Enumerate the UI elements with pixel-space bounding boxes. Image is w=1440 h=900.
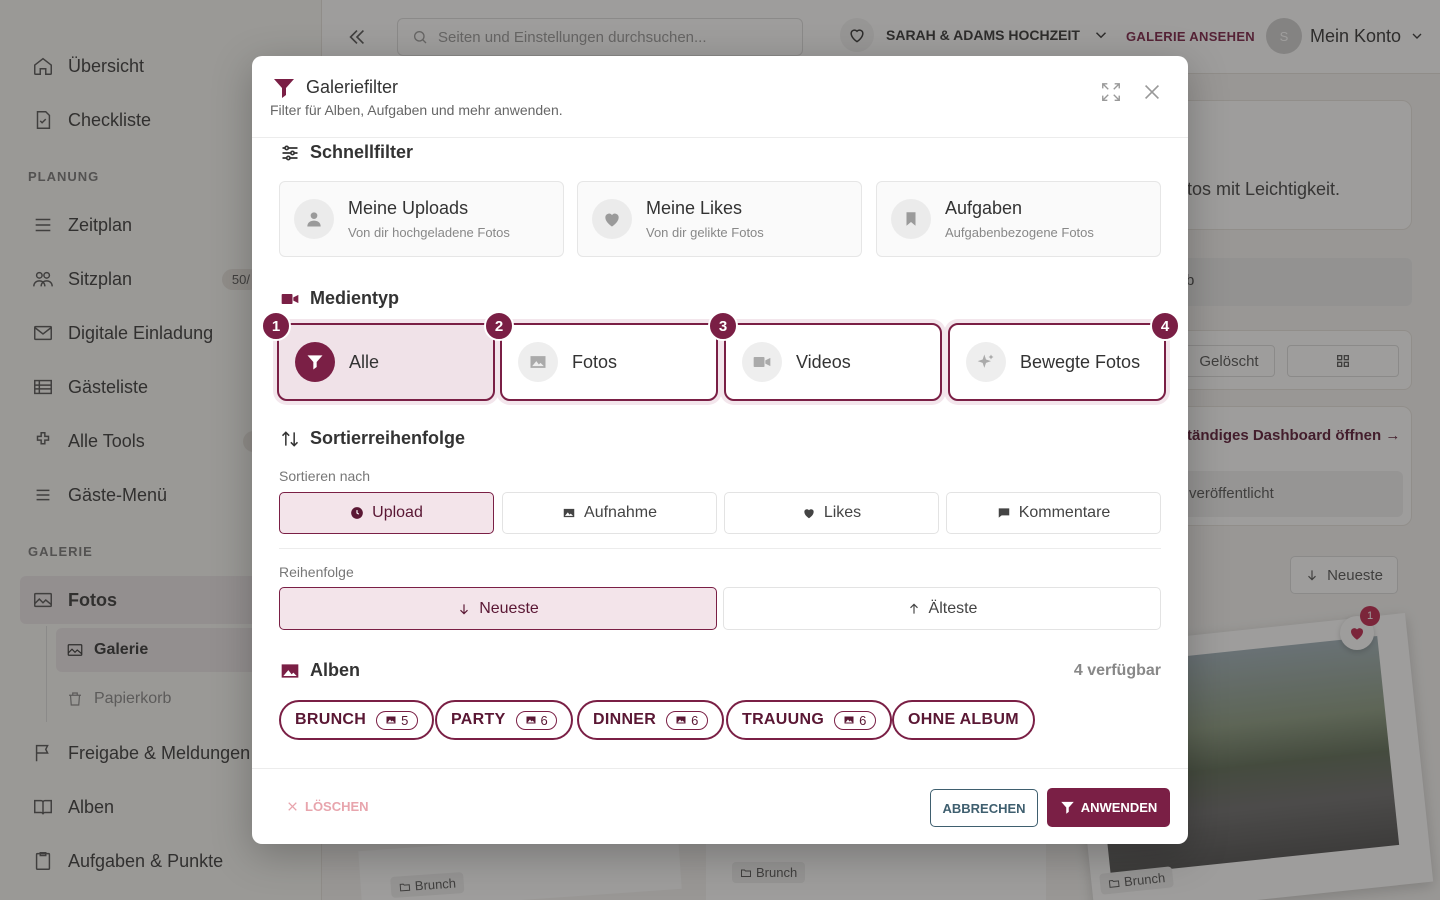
clear-label: LÖSCHEN: [305, 799, 369, 814]
dialog-subtitle: Filter für Alben, Aufgaben und mehr anwe…: [270, 102, 563, 118]
quickfilter-title: Meine Uploads: [348, 198, 469, 218]
album-chip-no-album[interactable]: OHNE ALBUM: [892, 700, 1035, 740]
mediatype-label: Bewegte Fotos: [1020, 351, 1141, 372]
albums-heading: Alben: [280, 660, 360, 681]
album-count-value: 5: [401, 712, 409, 728]
album-count: 6: [515, 710, 558, 730]
heart-icon: [802, 506, 816, 520]
mediatype-photos[interactable]: 2 Fotos: [484, 311, 718, 401]
mediatype-heading: Medientyp: [280, 288, 399, 309]
order-label-text: Neueste: [479, 599, 539, 617]
mediatype-videos[interactable]: 3 Videos: [708, 311, 942, 401]
album-chip-label: BRUNCH: [295, 711, 367, 728]
quickfilter-my-likes[interactable]: Meine Likes Von dir gelikte Fotos: [577, 181, 862, 257]
album-chip-brunch[interactable]: BRUNCH 5: [279, 700, 434, 740]
image-icon: [525, 714, 537, 726]
albums-title: Alben: [310, 660, 361, 680]
sort-label: Aufnahme: [584, 504, 657, 521]
album-count-value: 6: [540, 712, 549, 728]
album-chip-label: OHNE ALBUM: [908, 711, 1019, 728]
cancel-button[interactable]: ABBRECHEN: [930, 789, 1038, 827]
mediatype-label: Videos: [796, 351, 851, 372]
album-chip-label: DINNER: [593, 711, 657, 728]
close-icon[interactable]: [1141, 81, 1163, 103]
arrow-down-icon: [457, 602, 471, 616]
dialog-title: Galeriefilter: [306, 77, 399, 97]
album-count: 6: [666, 710, 708, 730]
album-count: 6: [834, 710, 876, 730]
bookmark-icon: [891, 199, 931, 239]
dialog-header: Galeriefilter Filter für Alben, Aufgaben…: [252, 56, 1188, 138]
apply-label: ANWENDEN: [1080, 800, 1158, 815]
quickfilter-desc: Von dir hochgeladene Fotos: [348, 225, 510, 240]
step-number: 4: [1150, 311, 1180, 341]
mediatype-all[interactable]: 1 Alle: [261, 311, 495, 401]
filter-icon: [295, 342, 335, 382]
sort-label: Upload: [372, 504, 423, 521]
filter-icon: [272, 76, 296, 100]
clock-icon: [350, 506, 364, 520]
sort-label: Likes: [823, 504, 862, 521]
album-chip-trauung[interactable]: TRAUUNG 6: [726, 700, 892, 740]
image-icon: [562, 506, 576, 520]
close-icon: [286, 800, 299, 813]
albums-available: 4 verfügbar: [1073, 662, 1161, 679]
album-chip-label: TRAUUNG: [742, 711, 825, 728]
sort-arrows-icon: [280, 429, 300, 449]
divider: [279, 548, 1161, 549]
quickfilter-tasks[interactable]: Aufgaben Aufgabenbezogene Fotos: [876, 181, 1161, 257]
video-icon: [742, 342, 782, 382]
sort-title: Sortierreihenfolge: [310, 428, 466, 448]
album-count: 5: [376, 710, 418, 730]
quickfilter-title: Aufgaben: [945, 198, 1023, 218]
album-chip-label: PARTY: [451, 711, 506, 728]
sort-by-likes[interactable]: Likes: [724, 492, 939, 534]
user-icon: [294, 199, 334, 239]
quickfilter-title: Schnellfilter: [310, 142, 414, 162]
image-icon: [843, 714, 855, 726]
apply-button[interactable]: ANWENDEN: [1047, 788, 1170, 827]
sort-by-comments[interactable]: Kommentare: [946, 492, 1161, 534]
expand-icon[interactable]: [1100, 81, 1122, 103]
dialog-footer: LÖSCHEN ABBRECHEN ANWENDEN: [252, 768, 1188, 844]
image-icon: [385, 714, 397, 726]
mediatype-label: Alle: [349, 351, 380, 372]
image-icon: [518, 342, 558, 382]
sort-by-label: Sortieren nach: [279, 468, 371, 484]
album-count-value: 6: [859, 712, 867, 728]
quickfilter-title: Meine Likes: [646, 198, 743, 218]
mediatype-title: Medientyp: [310, 288, 400, 308]
order-label-text: Älteste: [928, 599, 978, 617]
sparkle-icon: [966, 342, 1006, 382]
mediatype-label: Fotos: [572, 351, 618, 372]
sort-by-capture[interactable]: Aufnahme: [502, 492, 717, 534]
quickfilter-desc: Von dir gelikte Fotos: [646, 225, 764, 240]
sort-heading: Sortierreihenfolge: [280, 428, 465, 449]
step-number: 3: [708, 311, 738, 341]
filter-icon: [1060, 800, 1075, 815]
sort-label: Kommentare: [1018, 504, 1111, 521]
order-oldest[interactable]: Älteste: [723, 587, 1161, 630]
quickfilter-heading: Schnellfilter: [280, 142, 413, 163]
arrow-up-icon: [907, 602, 921, 616]
video-camera-icon: [280, 289, 300, 309]
album-chip-party[interactable]: PARTY 6: [435, 700, 574, 740]
clear-button[interactable]: LÖSCHEN: [286, 799, 369, 814]
sliders-icon: [280, 143, 300, 163]
gallery-filter-dialog: Galeriefilter Filter für Alben, Aufgaben…: [252, 56, 1188, 844]
quickfilter-desc: Aufgabenbezogene Fotos: [945, 225, 1094, 240]
album-icon: [280, 661, 300, 681]
order-newest[interactable]: Neueste: [279, 587, 717, 630]
step-number: 1: [261, 311, 291, 341]
album-chip-dinner[interactable]: DINNER 6: [577, 700, 724, 740]
heart-icon: [592, 199, 632, 239]
sort-by-upload[interactable]: Upload: [279, 492, 494, 534]
quickfilter-my-uploads[interactable]: Meine Uploads Von dir hochgeladene Fotos: [279, 181, 564, 257]
step-number: 2: [484, 311, 514, 341]
image-icon: [675, 714, 687, 726]
order-label: Reihenfolge: [279, 564, 354, 580]
comment-icon: [997, 506, 1011, 520]
mediatype-motion-photos[interactable]: 4 Bewegte Fotos: [948, 311, 1180, 401]
album-count-value: 6: [691, 712, 699, 728]
